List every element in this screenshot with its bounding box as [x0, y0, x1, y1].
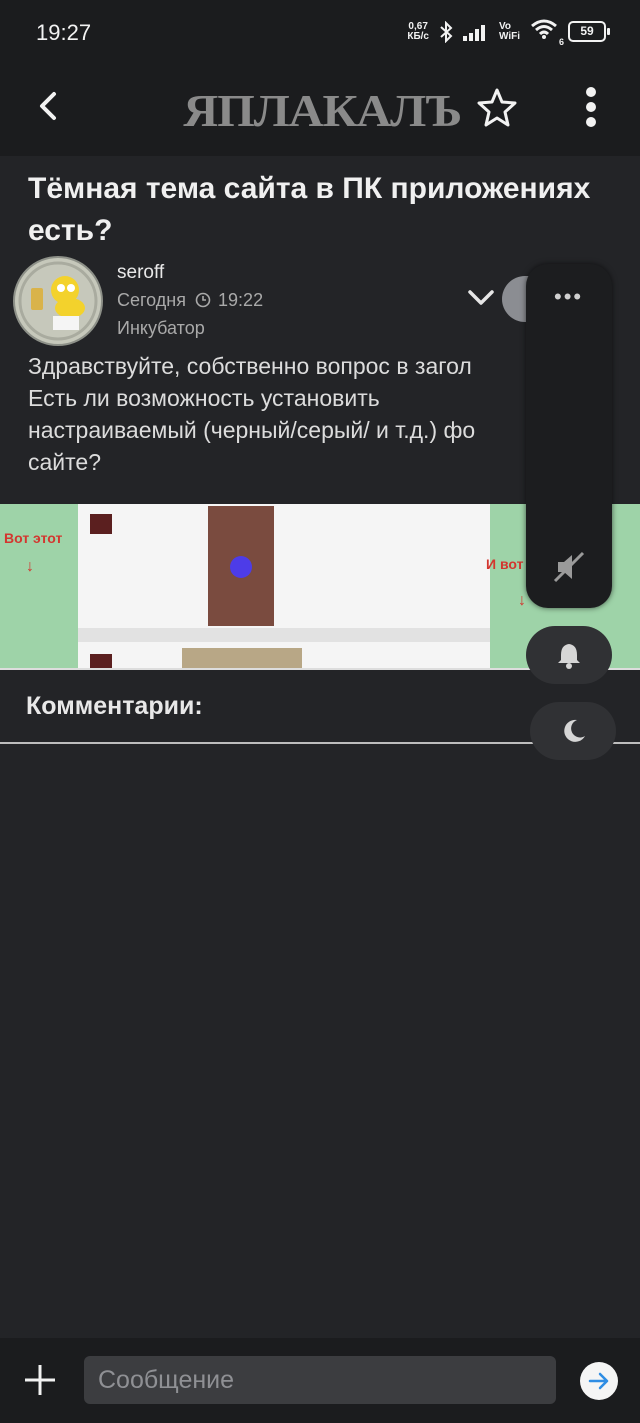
net-speed: 0,67 КБ/с — [407, 20, 429, 42]
image-arrow: ↓ — [26, 558, 34, 575]
image-thumb — [90, 514, 112, 534]
topic-title: Тёмная тема сайта в ПК приложениях есть? — [28, 172, 591, 247]
floating-panel: ••• — [526, 264, 612, 608]
image-card — [182, 648, 302, 668]
bluetooth-icon — [440, 20, 453, 43]
mute-icon[interactable] — [552, 550, 586, 584]
image-strip — [78, 628, 490, 642]
clock: 19:27 — [36, 20, 92, 45]
signal-icon — [462, 24, 485, 41]
status-icons: 0,67 КБ/с Vo WiFi 6 59 — [407, 18, 610, 47]
star-icon[interactable] — [476, 86, 518, 128]
battery-indicator: 59 — [568, 21, 610, 42]
send-button[interactable] — [580, 1362, 618, 1400]
wifi-icon: 6 — [530, 18, 564, 47]
app-bar: ЯПЛАКАЛЪ — [0, 64, 640, 156]
chevron-down-icon[interactable] — [466, 286, 496, 310]
image-label-left: Вот этот — [4, 530, 63, 546]
send-arrow-icon — [588, 1372, 609, 1390]
clock-icon — [195, 292, 211, 308]
author-name[interactable]: seroff — [117, 262, 164, 284]
notifications-button[interactable] — [526, 626, 612, 684]
bell-icon — [558, 644, 580, 669]
image-arrow: ↓ — [518, 592, 526, 609]
moon-icon — [564, 719, 585, 742]
more-horiz-icon[interactable]: ••• — [554, 284, 583, 310]
more-vert-icon[interactable] — [576, 86, 606, 128]
plus-icon[interactable] — [22, 1362, 58, 1398]
image-cursor — [230, 556, 252, 578]
site-logo[interactable]: ЯПЛАКАЛЪ — [183, 84, 462, 137]
author-rank: Инкубатор — [117, 318, 205, 338]
image-thumb — [90, 654, 112, 668]
message-input[interactable]: Сообщение — [84, 1356, 556, 1404]
image-label-right: И вот — [486, 556, 524, 572]
back-arrow-icon[interactable] — [30, 86, 70, 126]
status-bar: 19:27 0,67 КБ/с Vo WiFi 6 59 — [0, 0, 640, 64]
composer-bar: Сообщение — [0, 1338, 640, 1423]
author-avatar[interactable] — [13, 256, 103, 346]
vowifi-indicator: Vo WiFi — [498, 20, 520, 42]
post-meta: Сегодня 19:22 — [117, 290, 264, 310]
image-page — [78, 504, 490, 668]
comments-heading: Комментарии: — [26, 692, 203, 720]
dark-mode-button[interactable] — [530, 702, 616, 760]
message-placeholder: Сообщение — [98, 1366, 235, 1394]
